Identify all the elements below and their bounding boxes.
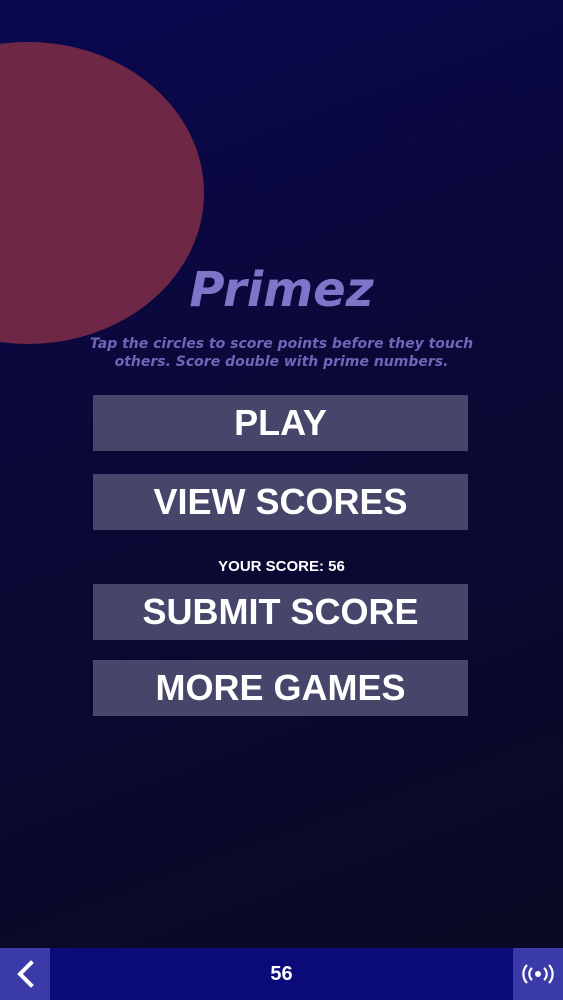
view-scores-button[interactable]: VIEW SCORES: [93, 474, 468, 530]
more-games-button[interactable]: MORE GAMES: [93, 660, 468, 716]
game-screen: Primez Tap the circles to score points b…: [0, 0, 563, 948]
game-title: Primez: [189, 262, 374, 318]
submit-score-button[interactable]: SUBMIT SCORE: [93, 584, 468, 640]
chevron-left-icon: [17, 960, 34, 988]
game-instructions: Tap the circles to score points before t…: [89, 336, 474, 370]
back-button[interactable]: [0, 948, 50, 1000]
bottom-bar: 56: [0, 948, 563, 1000]
broadcast-icon: [522, 964, 554, 984]
bottom-score: 56: [270, 963, 293, 985]
broadcast-button[interactable]: [513, 948, 563, 1000]
play-button[interactable]: PLAY: [93, 395, 468, 451]
your-score-label: YOUR SCORE: 56: [218, 558, 345, 575]
